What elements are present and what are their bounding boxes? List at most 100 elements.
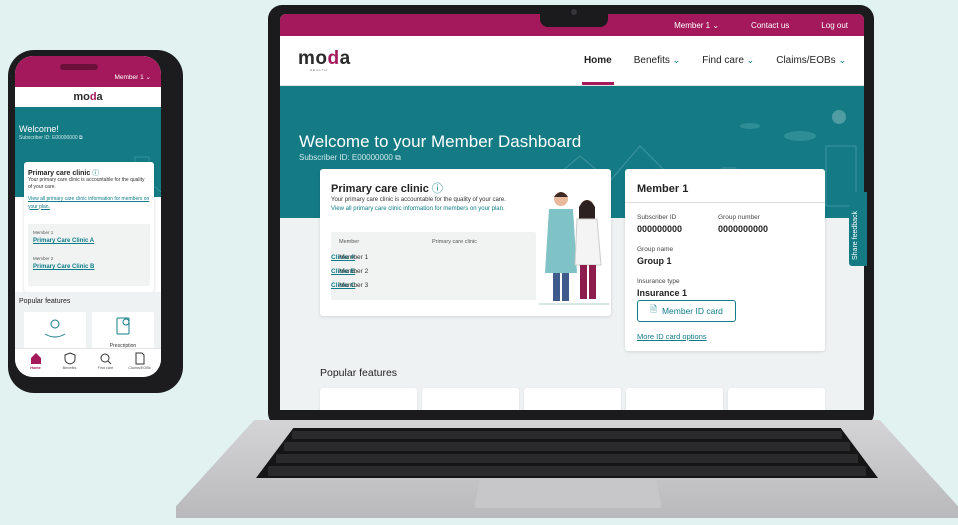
copy-icon[interactable]: ⧉ — [79, 135, 83, 141]
doctors-illustration — [539, 192, 609, 305]
keyboard-keys — [268, 431, 866, 476]
member-label: Member 2 — [33, 256, 54, 261]
nav-claims-label: Claims/EOBs — [776, 55, 836, 66]
chevron-down-icon: ⌄ — [712, 20, 720, 30]
column-header-clinic: Primary care clinic — [432, 239, 477, 245]
main-navbar: moda HEALTH Home Benefits ⌄ Find care ⌄ … — [280, 36, 864, 86]
more-id-card-options-link[interactable]: More ID card options — [637, 332, 707, 341]
phone-member-selector[interactable]: Member 1 ⌄ — [114, 73, 151, 81]
subscriber-id: Subscriber ID: E00000000 ⧉ — [299, 153, 401, 163]
laptop-screen: Member 1 ⌄ Contact us Log out moda HEALT… — [280, 14, 864, 410]
nav-find-care-label: Find care — [702, 55, 744, 66]
member-name: Member 3 — [339, 282, 369, 289]
nav-home[interactable]: Home — [581, 55, 614, 85]
column-header-member: Member — [339, 239, 360, 245]
tab-benefits-label: Benefits — [62, 366, 77, 370]
chevron-down-icon: ⌄ — [746, 55, 755, 65]
group-name-label: Group name — [637, 246, 674, 253]
sun-icon — [832, 110, 846, 124]
pcc-table: Member Primary care clinic Member 1 Clin… — [331, 232, 536, 300]
member-name: Member 1 — [339, 254, 369, 261]
id-card-icon: 🗎 — [650, 304, 657, 314]
insurance-type-value: Insurance 1 — [637, 288, 688, 298]
member-selector[interactable]: Member 1 ⌄ — [674, 21, 719, 30]
phone-speaker — [60, 64, 98, 70]
phone-member-label: Member 1 — [114, 74, 144, 81]
feature-card[interactable] — [728, 388, 825, 410]
search-icon — [91, 352, 120, 366]
moda-logo[interactable]: moda — [73, 91, 102, 103]
laptop-keyboard — [256, 428, 878, 478]
pcc-title-text: Primary care clinic — [331, 183, 429, 195]
phone-subscriber-id: Subscriber ID: E00000000 ⧉ — [19, 135, 83, 141]
info-icon[interactable]: ⓘ — [92, 170, 99, 177]
contact-us-link[interactable]: Contact us — [751, 21, 789, 30]
phone-primary-care-card: Primary care clinic ⓘ Your primary care … — [24, 162, 154, 292]
phone-welcome-title: Welcome! — [19, 124, 59, 134]
phone-popular-heading: Popular features — [19, 298, 71, 305]
insurance-type-label: Insurance type — [637, 278, 680, 285]
laptop-touchpad — [474, 480, 662, 508]
pcc-view-all-link[interactable]: View all primary care clinic information… — [331, 206, 505, 212]
logout-link[interactable]: Log out — [821, 21, 848, 30]
pcc-title: Primary care clinic ⓘ — [331, 180, 443, 196]
popular-features-heading: Popular features — [320, 367, 398, 379]
table-row: Member 3 Clinic C — [331, 282, 536, 295]
subscriber-id-text: Subscriber ID: E00000000 — [299, 153, 393, 162]
primary-care-card: Primary care clinic ⓘ Your primary care … — [320, 169, 611, 316]
feature-card[interactable] — [320, 388, 417, 410]
member-id-card-button[interactable]: 🗎 Member ID card — [637, 300, 736, 322]
member-name: Member 2 — [339, 268, 369, 275]
moda-logo[interactable]: moda HEALTH — [298, 49, 351, 72]
subscriber-id-value: 000000000 — [637, 224, 683, 234]
clinic-link[interactable]: Primary Care Clinic A — [33, 238, 94, 244]
phone-tab-bar: Home Benefits Find care Claims/EOBs — [15, 348, 161, 377]
phone-pcc-view-all-link[interactable]: View all primary care clinic information… — [28, 196, 150, 211]
share-feedback-tab[interactable]: Share feedback — [849, 192, 867, 266]
member-selector-label: Member 1 — [674, 20, 711, 30]
chevron-down-icon: ⌄ — [672, 55, 681, 65]
copy-icon[interactable]: ⧉ — [395, 153, 401, 162]
nav-claims[interactable]: Claims/EOBs ⌄ — [776, 55, 846, 66]
nav-menu: Home Benefits ⌄ Find care ⌄ Claims/EOBs … — [581, 55, 846, 85]
phone-subscriber-id-text: Subscriber ID: E00000000 — [19, 135, 78, 141]
phone-feature-card[interactable] — [24, 312, 86, 352]
tab-home-label: Home — [30, 366, 41, 370]
phone-feature-card-prescription[interactable]: Prescription — [92, 312, 154, 352]
tab-claims[interactable]: Claims/EOBs — [125, 352, 154, 370]
nav-benefits-label: Benefits — [633, 55, 670, 66]
shield-icon — [55, 352, 84, 366]
tab-claims-label: Claims/EOBs — [128, 366, 151, 370]
feature-card[interactable] — [626, 388, 723, 410]
group-number-label: Group number — [718, 214, 760, 221]
hand-coins-icon — [44, 319, 66, 338]
chevron-down-icon: ⌄ — [145, 74, 151, 81]
phone-pcc-description: Your primary care clinic is accountable … — [28, 177, 145, 191]
divider — [625, 202, 825, 203]
tab-find-care-label: Find care — [97, 366, 114, 370]
clinic-link[interactable]: Primary Care Clinic B — [33, 264, 94, 270]
page-title: Welcome to your Member Dashboard — [299, 132, 582, 151]
table-row: Member 1 Clinic A — [331, 254, 536, 267]
group-number-value: 0000000000 — [718, 224, 769, 234]
member-card-title: Member 1 — [637, 183, 689, 195]
camera-icon — [571, 9, 577, 15]
feature-card[interactable] — [422, 388, 519, 410]
nav-benefits[interactable]: Benefits ⌄ — [634, 55, 680, 66]
nav-find-care[interactable]: Find care ⌄ — [702, 55, 754, 66]
phone-header: Member 1 ⌄ — [15, 56, 161, 87]
pcc-description: Your primary care clinic is accountable … — [331, 197, 506, 203]
subscriber-id-label: Subscriber ID — [637, 214, 677, 221]
share-feedback-label: Share feedback — [852, 210, 859, 260]
member-info-card: Member 1 Subscriber ID 000000000 Group n… — [625, 169, 825, 351]
chevron-down-icon: ⌄ — [838, 55, 846, 65]
tab-benefits[interactable]: Benefits — [55, 352, 84, 370]
tab-home[interactable]: Home — [21, 352, 50, 370]
phone-screen: Member 1 ⌄ moda Welcome! Subscriber ID: … — [15, 56, 161, 377]
tab-find-care[interactable]: Find care — [91, 352, 120, 370]
phone-logo-bar: moda — [15, 87, 161, 107]
phone-member-list: Member 1 Primary Care Clinic A Member 2 … — [28, 224, 150, 286]
feature-card[interactable] — [524, 388, 621, 410]
info-icon[interactable]: ⓘ — [432, 183, 443, 195]
member-id-card-label: Member ID card — [661, 306, 723, 316]
